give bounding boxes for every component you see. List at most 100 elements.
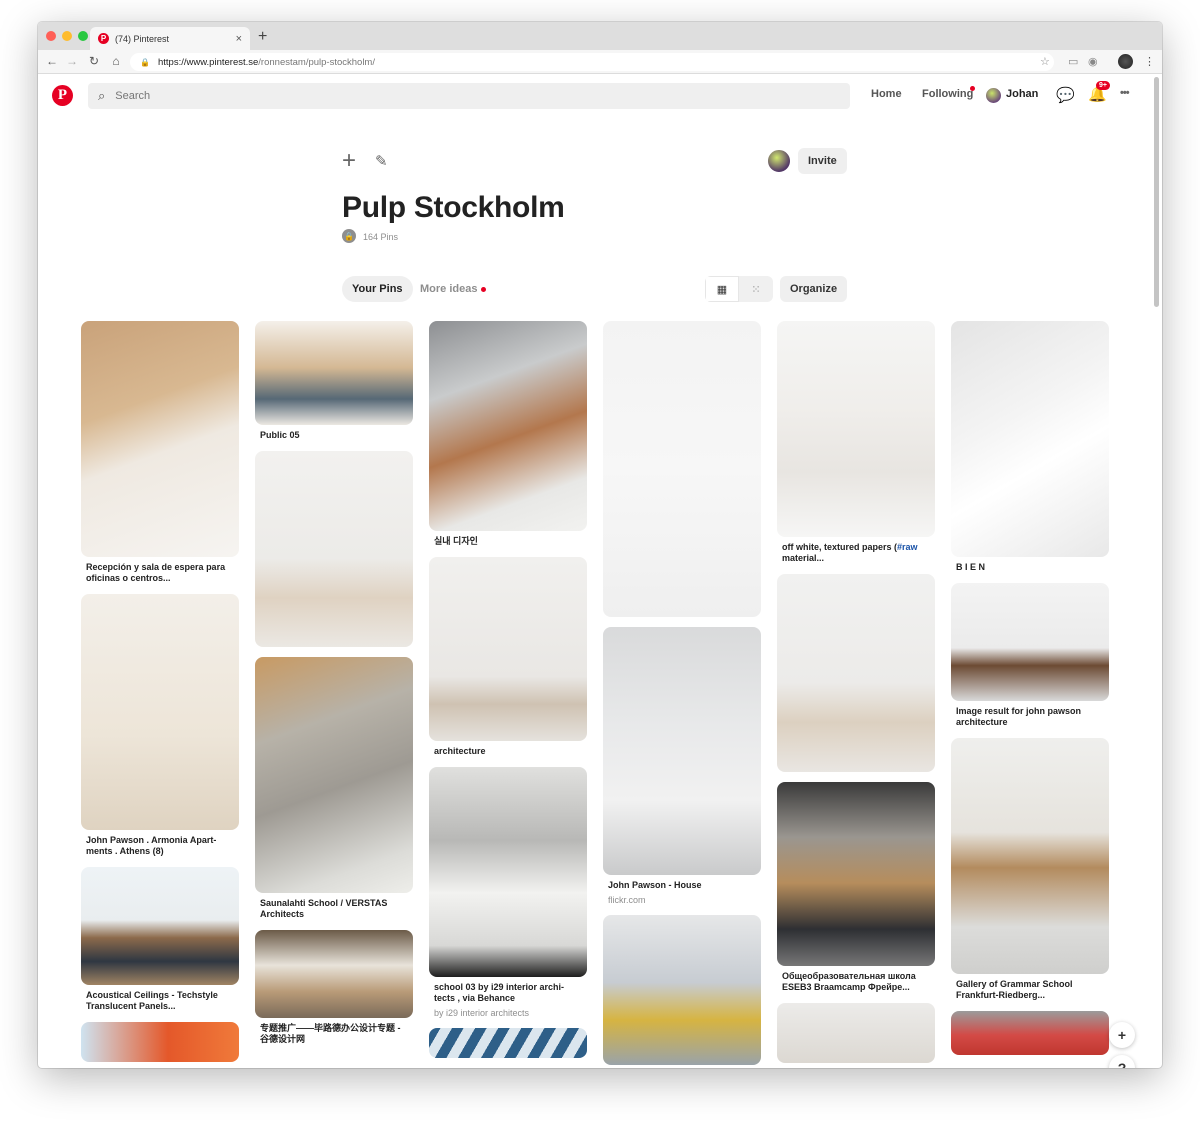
pin-card[interactable] bbox=[603, 321, 761, 617]
pin-caption[interactable]: Saunalahti School / VERSTAS Architects bbox=[255, 893, 413, 920]
large-grid-view-icon[interactable]: ▦ bbox=[705, 276, 739, 302]
pin-caption[interactable]: Acoustical Ceilings - Techstyle Transluc… bbox=[81, 985, 239, 1012]
pin-card[interactable]: Recepción y sala de espera para oficinas… bbox=[81, 321, 239, 584]
pinterest-logo-icon[interactable]: P bbox=[52, 85, 73, 106]
pin-image[interactable] bbox=[255, 930, 413, 1018]
pin-card[interactable] bbox=[255, 451, 413, 647]
pin-card[interactable]: Image result for john pawson architectur… bbox=[951, 583, 1109, 728]
pin-image[interactable] bbox=[429, 321, 587, 531]
search-bar[interactable]: ⌕ bbox=[88, 83, 850, 109]
pin-hashtag-link[interactable]: #raw bbox=[897, 542, 918, 552]
add-pin-icon[interactable]: + bbox=[342, 147, 356, 175]
pin-caption[interactable]: architecture bbox=[429, 741, 587, 757]
nav-home[interactable]: Home bbox=[871, 88, 902, 100]
pin-image[interactable] bbox=[951, 738, 1109, 974]
pin-card[interactable]: off white, textured papers (#raw materia… bbox=[777, 321, 935, 564]
pin-caption[interactable]: John Pawson . Armonia Apart-ments . Athe… bbox=[81, 830, 239, 857]
pin-image[interactable] bbox=[777, 321, 935, 537]
pin-card[interactable] bbox=[777, 1003, 935, 1063]
browser-tab[interactable]: P (74) Pinterest × bbox=[90, 27, 250, 50]
pin-card[interactable]: 专题推广——毕路德办公设计专题 - 谷德设计网 bbox=[255, 930, 413, 1045]
pin-caption[interactable]: John Pawson - House bbox=[603, 875, 761, 891]
pin-image[interactable] bbox=[777, 1003, 935, 1063]
pin-image[interactable] bbox=[951, 583, 1109, 701]
pin-card[interactable]: architecture bbox=[429, 557, 587, 757]
pin-caption[interactable]: 실내 디자인 bbox=[429, 531, 587, 547]
pin-card[interactable]: Saunalahti School / VERSTAS Architects bbox=[255, 657, 413, 920]
pin-image[interactable] bbox=[603, 627, 761, 875]
pin-image[interactable] bbox=[777, 782, 935, 966]
pin-caption[interactable]: Recepción y sala de espera para oficinas… bbox=[81, 557, 239, 584]
pin-card[interactable]: Gallery of Grammar School Frankfurt-Ried… bbox=[951, 738, 1109, 1001]
extension-chat-icon[interactable]: ▭ bbox=[1068, 55, 1078, 68]
pin-image[interactable] bbox=[951, 1011, 1109, 1055]
pin-card[interactable] bbox=[429, 1028, 587, 1058]
camera-extension-icon[interactable]: ◉ bbox=[1088, 55, 1098, 68]
bookmark-star-icon[interactable]: ☆ bbox=[1040, 55, 1050, 68]
pin-card[interactable]: John Pawson . Armonia Apart-ments . Athe… bbox=[81, 594, 239, 857]
zoom-window-button[interactable] bbox=[78, 31, 88, 41]
edit-board-icon[interactable]: ✎ bbox=[375, 152, 388, 170]
pin-image[interactable] bbox=[81, 867, 239, 985]
pin-image[interactable] bbox=[603, 321, 761, 617]
pin-card[interactable] bbox=[951, 1011, 1109, 1055]
pin-card[interactable]: Public 05 bbox=[255, 321, 413, 441]
add-floating-button[interactable]: + bbox=[1109, 1022, 1135, 1048]
pin-caption[interactable]: B I E N bbox=[951, 557, 1109, 573]
pin-card[interactable]: Общеобразовательная школа ESEB3 Braamcam… bbox=[777, 782, 935, 993]
pin-caption[interactable]: Image result for john pawson architectur… bbox=[951, 701, 1109, 728]
pin-caption[interactable]: Public 05 bbox=[255, 425, 413, 441]
pin-image[interactable] bbox=[429, 1028, 587, 1058]
pin-image[interactable] bbox=[951, 321, 1109, 557]
user-avatar[interactable] bbox=[986, 88, 1001, 103]
pin-image[interactable] bbox=[255, 321, 413, 425]
more-options-icon[interactable]: ••• bbox=[1120, 87, 1130, 99]
pin-caption[interactable]: school 03 by i29 interior archi-tects , … bbox=[429, 977, 587, 1004]
organize-button[interactable]: Organize bbox=[780, 276, 848, 302]
pin-caption[interactable]: 专题推广——毕路德办公设计专题 - 谷德设计网 bbox=[255, 1018, 413, 1045]
browser-menu-icon[interactable]: ⋮ bbox=[1144, 55, 1155, 68]
address-bar[interactable]: 🔒 https://www.pinterest.se/ronnestam/pul… bbox=[130, 53, 1054, 71]
tab-more-ideas[interactable]: More ideas bbox=[410, 276, 487, 302]
pin-image[interactable] bbox=[429, 767, 587, 977]
minimize-window-button[interactable] bbox=[62, 31, 72, 41]
pin-card[interactable] bbox=[777, 574, 935, 772]
pin-source[interactable]: by i29 interior architects bbox=[429, 1004, 587, 1018]
close-window-button[interactable] bbox=[46, 31, 56, 41]
forward-icon[interactable]: → bbox=[64, 54, 80, 68]
pin-image[interactable] bbox=[777, 574, 935, 772]
profile-icon[interactable] bbox=[1118, 54, 1133, 69]
pin-caption[interactable]: Gallery of Grammar School Frankfurt-Ried… bbox=[951, 974, 1109, 1001]
collaborator-avatar[interactable] bbox=[766, 148, 792, 174]
pin-image[interactable] bbox=[81, 594, 239, 830]
new-tab-button[interactable]: + bbox=[258, 28, 267, 46]
compact-grid-view-icon[interactable]: ⁙ bbox=[739, 276, 773, 302]
pin-caption[interactable]: Общеобразовательная школа ESEB3 Braamcam… bbox=[777, 966, 935, 993]
pin-image[interactable] bbox=[81, 321, 239, 557]
pin-image[interactable] bbox=[255, 451, 413, 647]
pin-source[interactable]: flickr.com bbox=[603, 891, 761, 905]
pin-card[interactable]: John Pawson - House flickr.com bbox=[603, 627, 761, 905]
help-floating-button[interactable]: ? bbox=[1109, 1055, 1135, 1068]
invite-button[interactable]: Invite bbox=[798, 148, 847, 174]
search-input[interactable] bbox=[115, 90, 816, 102]
pin-card[interactable]: school 03 by i29 interior archi-tects , … bbox=[429, 767, 587, 1018]
tab-close-icon[interactable]: × bbox=[236, 33, 242, 45]
nav-following[interactable]: Following bbox=[922, 88, 973, 100]
pin-image[interactable] bbox=[603, 915, 761, 1065]
pin-card[interactable] bbox=[603, 915, 761, 1065]
pin-image[interactable] bbox=[81, 1022, 239, 1062]
pin-caption[interactable]: off white, textured papers (#raw materia… bbox=[777, 537, 935, 564]
pin-card[interactable]: Acoustical Ceilings - Techstyle Transluc… bbox=[81, 867, 239, 1012]
pin-card[interactable] bbox=[81, 1022, 239, 1062]
tab-your-pins[interactable]: Your Pins bbox=[342, 276, 413, 302]
reload-icon[interactable]: ↻ bbox=[86, 54, 102, 68]
pin-card[interactable]: 실내 디자인 bbox=[429, 321, 587, 547]
pin-image[interactable] bbox=[255, 657, 413, 893]
nav-user-profile[interactable]: Johan bbox=[1006, 88, 1038, 100]
back-icon[interactable]: ← bbox=[44, 54, 60, 68]
pin-card[interactable]: B I E N bbox=[951, 321, 1109, 573]
messages-icon[interactable]: 💬 bbox=[1056, 86, 1075, 104]
pin-image[interactable] bbox=[429, 557, 587, 741]
home-icon[interactable]: ⌂ bbox=[108, 54, 124, 68]
